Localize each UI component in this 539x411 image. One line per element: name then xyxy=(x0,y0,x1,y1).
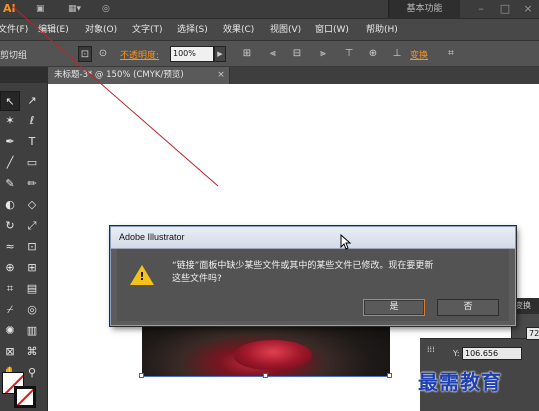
stroke-swatch[interactable] xyxy=(14,386,36,408)
minimize-icon[interactable]: – xyxy=(470,0,492,18)
selection-handle-right[interactable] xyxy=(387,373,392,378)
free-transform-tool-icon[interactable]: ⊡ xyxy=(22,237,42,257)
tab-close-icon[interactable]: × xyxy=(215,67,227,84)
opacity-input[interactable]: 100% xyxy=(170,46,214,62)
width-tool-icon[interactable]: ≈ xyxy=(0,237,20,257)
mesh-tool-icon[interactable]: ⌗ xyxy=(0,279,20,299)
x-field[interactable]: 72 xyxy=(526,327,539,340)
isolate-icon[interactable]: ⌗ xyxy=(444,46,458,62)
type-tool-icon[interactable]: T xyxy=(22,132,42,152)
update-links-dialog: Adobe Illustrator ! “链接”面板中缺少某些文件或其中的某些文… xyxy=(110,226,516,326)
opacity-dropdown-icon[interactable]: ▶ xyxy=(214,46,226,62)
dialog-message: “链接”面板中缺少某些文件或其中的某些文件已修改。现在要更新 这些文件吗? xyxy=(172,260,502,286)
yes-button[interactable]: 是 xyxy=(363,299,425,316)
rotate-tool-icon[interactable]: ↻ xyxy=(0,216,20,236)
bridge-icon[interactable]: ▣ xyxy=(36,3,45,15)
illustrator-logo: AI xyxy=(3,2,16,15)
no-button[interactable]: 否 xyxy=(437,299,499,316)
control-bar: 剪切组 ⊡ ⊙ 不透明度: 100% ▶ ⊞ ⫷ ⊟ ⫸ ⊤ ⊕ ⊥ 变换 ⌗ xyxy=(0,42,539,67)
menu-object[interactable]: 对象(O) xyxy=(85,23,117,37)
eyedropper-tool-icon[interactable]: ⌿ xyxy=(0,300,20,320)
opacity-label[interactable]: 不透明度: xyxy=(120,48,159,61)
menu-window[interactable]: 窗口(W) xyxy=(315,23,349,37)
zoom-tool-icon[interactable]: ⚲ xyxy=(22,363,42,383)
edit-clipping-path-icon[interactable]: ⊡ xyxy=(78,46,92,62)
menu-file[interactable]: 文件(F) xyxy=(0,23,28,37)
menu-bar: 文件(F) 编辑(E) 对象(O) 文字(T) 选择(S) 效果(C) 视图(V… xyxy=(0,19,539,41)
pencil-tool-icon[interactable]: ✏ xyxy=(22,174,42,194)
artboard-tool-icon[interactable]: ⊠ xyxy=(0,342,20,362)
menu-type[interactable]: 文字(T) xyxy=(132,23,163,37)
restore-icon[interactable]: □ xyxy=(494,0,516,18)
perspective-grid-tool-icon[interactable]: ⊞ xyxy=(22,258,42,278)
rectangle-tool-icon[interactable]: ▭ xyxy=(22,153,42,173)
pen-tool-icon[interactable]: ✒ xyxy=(0,132,20,152)
gradient-tool-icon[interactable]: ▤ xyxy=(22,279,42,299)
gpu-performance-icon[interactable]: ◎ xyxy=(102,3,110,15)
selection-tool-icon[interactable]: ↖ xyxy=(0,91,20,111)
align-top-icon[interactable]: ⊤ xyxy=(342,46,356,62)
align-center-icon[interactable]: ⊟ xyxy=(290,46,304,62)
scale-tool-icon[interactable]: ⤢ xyxy=(22,216,42,236)
selection-handle-center[interactable] xyxy=(263,373,268,378)
line-tool-icon[interactable]: ╱ xyxy=(0,153,20,173)
workspace-switcher[interactable]: 基本功能 xyxy=(388,0,460,18)
y-field[interactable]: 106.656 xyxy=(462,347,522,360)
align-bottom-icon[interactable]: ⊥ xyxy=(390,46,404,62)
y-label: Y: xyxy=(453,349,460,358)
menu-edit[interactable]: 编辑(E) xyxy=(38,23,69,37)
dialog-title: Adobe Illustrator xyxy=(119,232,185,242)
align-right-icon[interactable]: ⫸ xyxy=(316,46,330,62)
lips-shape xyxy=(234,340,312,370)
blob-brush-tool-icon[interactable]: ◐ xyxy=(0,195,20,215)
arrange-documents-icon[interactable]: ▦▾ xyxy=(68,3,81,15)
column-graph-tool-icon[interactable]: ▥ xyxy=(22,321,42,341)
selection-handle-left[interactable] xyxy=(139,373,144,378)
slice-tool-icon[interactable]: ⌘ xyxy=(22,342,42,362)
align-to-icon[interactable]: ⊞ xyxy=(240,46,254,62)
tools-panel: ↖ ↗ ✶ ℓ ✒ T ╱ ▭ ✎ ✏ ◐ ◇ ↻ ⤢ ≈ ⊡ ⊕ ⊞ ⌗ ▤ … xyxy=(0,67,48,411)
align-middle-icon[interactable]: ⊕ xyxy=(366,46,380,62)
menu-select[interactable]: 选择(S) xyxy=(177,23,208,37)
tools-panel-grip[interactable] xyxy=(0,67,48,83)
reference-point-icon[interactable]: ⁞⁞⁞ xyxy=(427,345,435,354)
shape-builder-tool-icon[interactable]: ⊕ xyxy=(0,258,20,278)
document-tab-bar: 未标题-3* @ 150% (CMYK/预览) × xyxy=(48,67,539,84)
menu-view[interactable]: 视图(V) xyxy=(270,23,301,37)
warning-exclamation-icon: ! xyxy=(139,270,145,283)
edit-contents-icon[interactable]: ⊙ xyxy=(96,46,110,62)
lasso-tool-icon[interactable]: ℓ xyxy=(22,111,42,131)
menu-help[interactable]: 帮助(H) xyxy=(366,23,398,37)
app-title-bar: AI ▣ ▦▾ ◎ 基本功能 – □ × xyxy=(0,0,539,19)
direct-selection-tool-icon[interactable]: ↗ xyxy=(22,91,42,111)
magic-wand-tool-icon[interactable]: ✶ xyxy=(0,111,20,131)
selection-type-label: 剪切组 xyxy=(0,51,28,61)
blend-tool-icon[interactable]: ◎ xyxy=(22,300,42,320)
menu-effect[interactable]: 效果(C) xyxy=(223,23,254,37)
transform-link[interactable]: 变换 xyxy=(410,48,428,61)
dialog-title-bar[interactable]: Adobe Illustrator xyxy=(111,227,515,249)
eraser-tool-icon[interactable]: ◇ xyxy=(22,195,42,215)
close-window-icon[interactable]: × xyxy=(517,0,539,18)
dialog-message-line1: “链接”面板中缺少某些文件或其中的某些文件已修改。现在要更新 xyxy=(172,261,434,271)
symbol-sprayer-tool-icon[interactable]: ✺ xyxy=(0,321,20,341)
document-tab[interactable]: 未标题-3* @ 150% (CMYK/预览) xyxy=(48,67,230,84)
dialog-message-line2: 这些文件吗? xyxy=(172,274,222,284)
document-tab-title: 未标题-3* @ 150% (CMYK/预览) xyxy=(54,70,184,80)
watermark-text: 最需教育 xyxy=(418,370,502,394)
paintbrush-tool-icon[interactable]: ✎ xyxy=(0,174,20,194)
mouse-cursor-icon xyxy=(340,234,352,250)
align-left-icon[interactable]: ⫷ xyxy=(266,46,280,62)
